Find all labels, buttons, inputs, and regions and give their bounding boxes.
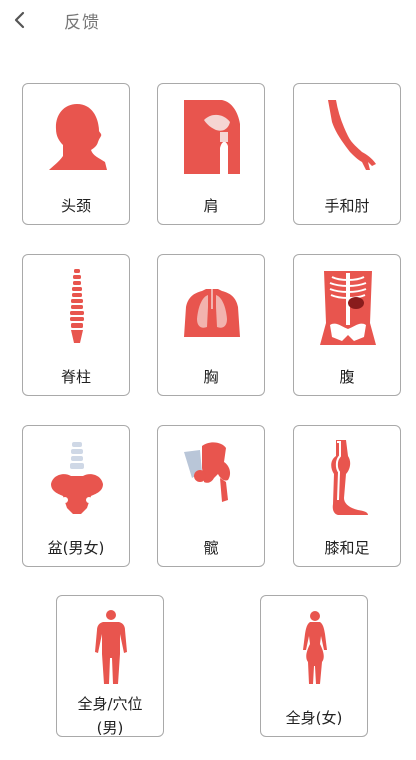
card-label: 膝和足 bbox=[324, 539, 370, 557]
card-label: 盆(男女) bbox=[47, 539, 105, 557]
card-label: 胸 bbox=[203, 368, 219, 386]
card-chest[interactable]: 胸 bbox=[157, 254, 265, 396]
leg-knee-icon bbox=[331, 440, 368, 515]
card-abdomen[interactable]: 腹 bbox=[293, 254, 401, 396]
chevron-left-icon bbox=[14, 11, 25, 29]
card-label: 全身(女) bbox=[285, 709, 343, 727]
card-shoulder[interactable]: 肩 bbox=[157, 83, 265, 225]
card-spine[interactable]: 脊柱 bbox=[22, 254, 130, 396]
card-pelvis[interactable]: 盆(男女) bbox=[22, 425, 130, 567]
card-hip[interactable]: 髋 bbox=[157, 425, 265, 567]
spine-icon bbox=[70, 269, 84, 343]
pelvis-icon bbox=[51, 442, 103, 514]
card-label: 手和肘 bbox=[324, 197, 370, 215]
card-label: 脊柱 bbox=[60, 368, 91, 386]
card-whole-body-female[interactable]: 全身(女) bbox=[260, 595, 368, 737]
male-body-icon bbox=[95, 610, 127, 684]
card-label: 头颈 bbox=[60, 197, 91, 215]
card-knee-foot[interactable]: 膝和足 bbox=[293, 425, 401, 567]
card-arm-hand[interactable]: 手和肘 bbox=[293, 83, 401, 225]
head-neck-icon bbox=[49, 104, 107, 170]
abdomen-skeleton-icon bbox=[320, 271, 376, 345]
page-title: 反馈 bbox=[64, 13, 100, 33]
card-label: 肩 bbox=[203, 197, 219, 215]
card-label-line2: (男) bbox=[96, 719, 124, 737]
hip-joint-icon bbox=[184, 442, 231, 502]
female-body-icon bbox=[303, 611, 327, 684]
back-button[interactable] bbox=[6, 6, 34, 34]
card-whole-body-male[interactable]: 全身/穴位 (男) bbox=[56, 595, 164, 737]
arm-hand-icon bbox=[328, 100, 376, 170]
chest-lungs-icon bbox=[184, 289, 240, 337]
card-label-line1: 全身/穴位 bbox=[77, 695, 143, 713]
shoulder-icon bbox=[184, 100, 240, 174]
card-head-neck[interactable]: 头颈 bbox=[22, 83, 130, 225]
card-label: 髋 bbox=[203, 539, 219, 557]
card-label: 腹 bbox=[339, 368, 355, 386]
header: 反馈 bbox=[0, 0, 416, 40]
